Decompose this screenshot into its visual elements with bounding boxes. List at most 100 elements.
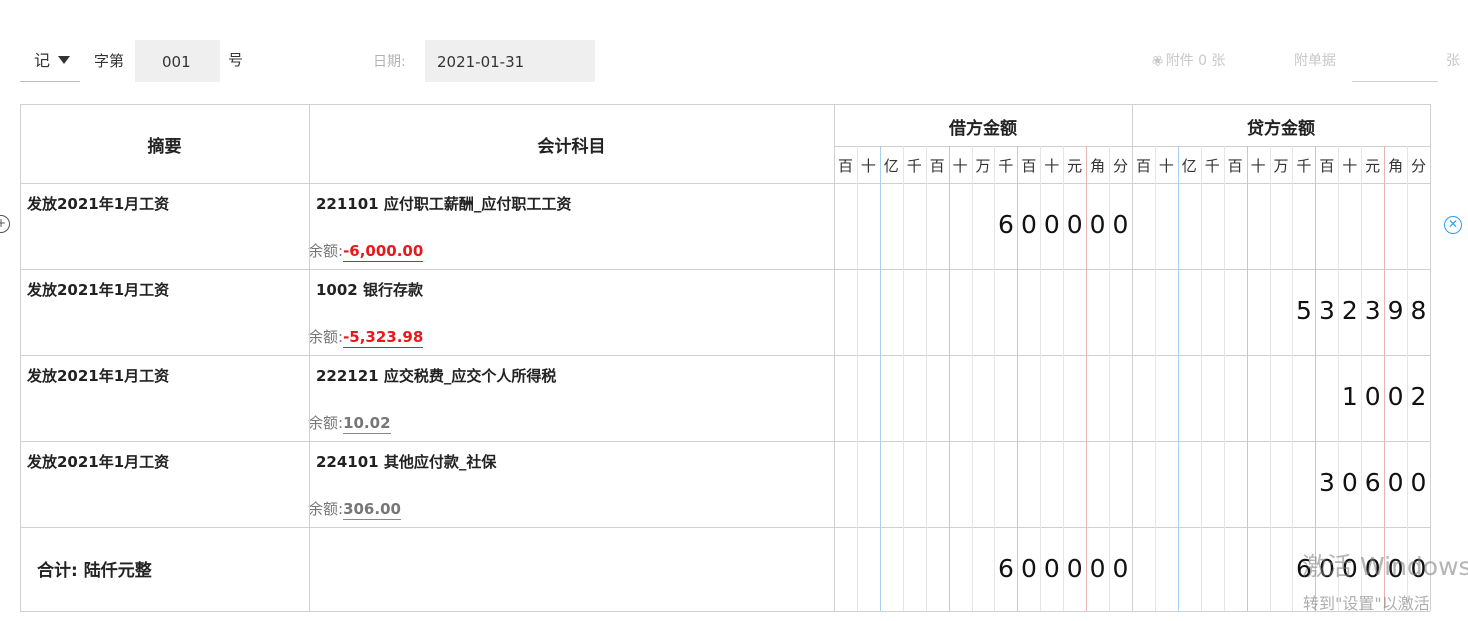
unit-header: 十 — [1250, 157, 1266, 175]
unit-header: 百 — [1021, 157, 1037, 175]
unit-header: 千 — [1296, 157, 1312, 175]
plus-circle-icon[interactable]: + — [0, 215, 10, 233]
column-header-credit: 贷方金额 — [1247, 119, 1315, 139]
balance-label: 余额: — [308, 328, 344, 346]
grid-line — [20, 104, 21, 611]
grid-line — [20, 441, 1430, 442]
column-header-summary: 摘要 — [147, 137, 182, 157]
debit-amount-digit: 0 — [1043, 210, 1060, 239]
grid-line — [20, 269, 1430, 270]
digit-column-line — [1200, 146, 1202, 611]
debit-amount-digit: 0 — [1020, 210, 1037, 239]
total-debit-digit: 0 — [1112, 554, 1129, 583]
balance-label: 余额: — [308, 414, 344, 432]
digit-column-line — [925, 146, 927, 611]
credit-amount-digit: 6 — [1364, 468, 1381, 497]
credit-amount-digit: 5 — [1295, 296, 1312, 325]
total-debit-digit: 0 — [1020, 554, 1037, 583]
credit-amount-digit: 3 — [1318, 468, 1335, 497]
activation-watermark-title: 激活 Windows — [1302, 552, 1468, 581]
row-1-account[interactable]: 221101 应付职工薪酬_应付职工工资 — [316, 193, 571, 214]
unit-header: 千 — [998, 157, 1014, 175]
credit-amount-digit: 0 — [1387, 382, 1404, 411]
row-3-account[interactable]: 222121 应交税费_应交个人所得税 — [316, 365, 556, 386]
row-4-summary[interactable]: 发放2021年1月工资 — [27, 451, 169, 472]
digit-column-line — [902, 146, 904, 611]
unit-header: 角 — [1388, 157, 1404, 175]
digit-column-line — [1246, 146, 1248, 611]
balance-label: 余额: — [308, 242, 344, 260]
digit-column-line — [1177, 146, 1179, 611]
balance-value: -6,000.00 — [343, 242, 424, 262]
unit-header: 百 — [1227, 157, 1243, 175]
unit-header: 亿 — [1181, 157, 1197, 175]
unit-header: 角 — [1090, 157, 1106, 175]
credit-amount-digit: 2 — [1341, 296, 1358, 325]
credit-amount-digit: 9 — [1387, 296, 1404, 325]
credit-amount-digit: 3 — [1318, 296, 1335, 325]
unit-header: 十 — [1044, 157, 1060, 175]
credit-amount-digit: 0 — [1387, 468, 1404, 497]
debit-amount-digit: 0 — [1112, 210, 1129, 239]
digit-column-line — [1315, 146, 1317, 611]
debit-amount-digit: 0 — [1089, 210, 1106, 239]
row-3-summary[interactable]: 发放2021年1月工资 — [27, 365, 169, 386]
grid-line — [309, 104, 310, 611]
digit-column-line — [1338, 146, 1340, 611]
total-debit-digit: 6 — [997, 554, 1014, 583]
digit-column-line — [1154, 146, 1156, 611]
unit-header: 百 — [929, 157, 945, 175]
row-1-balance: 余额:-6,000.00 — [308, 240, 424, 262]
credit-amount-digit: 8 — [1410, 296, 1427, 325]
unit-header: 亿 — [883, 157, 899, 175]
total-debit-digit: 0 — [1089, 554, 1106, 583]
credit-amount-digit: 0 — [1364, 382, 1381, 411]
unit-header: 元 — [1067, 157, 1083, 175]
total-debit-digit: 0 — [1043, 554, 1060, 583]
unit-header: 千 — [906, 157, 922, 175]
row-2-summary[interactable]: 发放2021年1月工资 — [27, 279, 169, 300]
digit-column-line — [948, 146, 950, 611]
digit-column-line — [1407, 146, 1408, 611]
credit-amount-digit: 3 — [1364, 296, 1381, 325]
digit-column-line — [879, 146, 881, 611]
digit-column-line — [856, 146, 858, 611]
column-header-account: 会计科目 — [537, 137, 606, 157]
row-4-balance: 余额:306.00 — [308, 498, 401, 520]
column-header-debit: 借方金额 — [949, 119, 1017, 139]
credit-amount-digit: 0 — [1341, 468, 1358, 497]
digit-column-line — [971, 146, 973, 611]
digit-column-line — [1269, 146, 1271, 611]
total-debit-digit: 0 — [1066, 554, 1083, 583]
grid-line — [20, 611, 1430, 612]
grid-line — [1430, 104, 1431, 611]
digit-column-line — [1361, 146, 1363, 611]
unit-header: 元 — [1365, 157, 1381, 175]
grid-line — [20, 183, 1430, 184]
close-circle-icon[interactable]: ✕ — [1444, 216, 1462, 234]
row-1-summary[interactable]: 发放2021年1月工资 — [27, 193, 169, 214]
debit-amount-digit: 0 — [1066, 210, 1083, 239]
unit-header: 十 — [860, 157, 876, 175]
balance-value: -5,323.98 — [343, 328, 424, 348]
unit-header: 十 — [1158, 157, 1174, 175]
row-4-account[interactable]: 224101 其他应付款_社保 — [316, 451, 496, 472]
credit-amount-digit: 0 — [1410, 468, 1427, 497]
credit-amount-digit: 1 — [1341, 382, 1358, 411]
digit-column-line — [1292, 146, 1294, 611]
total-label: 合计: 陆仟元整 — [37, 561, 152, 581]
row-2-account[interactable]: 1002 银行存款 — [316, 279, 423, 300]
activation-watermark-subtitle: 转到"设置"以激活 — [1303, 594, 1430, 613]
grid-line — [20, 355, 1430, 356]
unit-header: 分 — [1112, 157, 1128, 175]
debit-amount-digit: 6 — [997, 210, 1014, 239]
digit-column-line — [1384, 146, 1386, 611]
grid-line — [1132, 104, 1133, 611]
balance-label: 余额: — [308, 500, 344, 518]
balance-value: 10.02 — [343, 414, 391, 434]
credit-amount-digit: 2 — [1410, 382, 1427, 411]
unit-header: 万 — [975, 157, 991, 175]
grid-line — [20, 104, 1430, 105]
row-3-balance: 余额:10.02 — [308, 412, 391, 434]
unit-header: 千 — [1204, 157, 1220, 175]
